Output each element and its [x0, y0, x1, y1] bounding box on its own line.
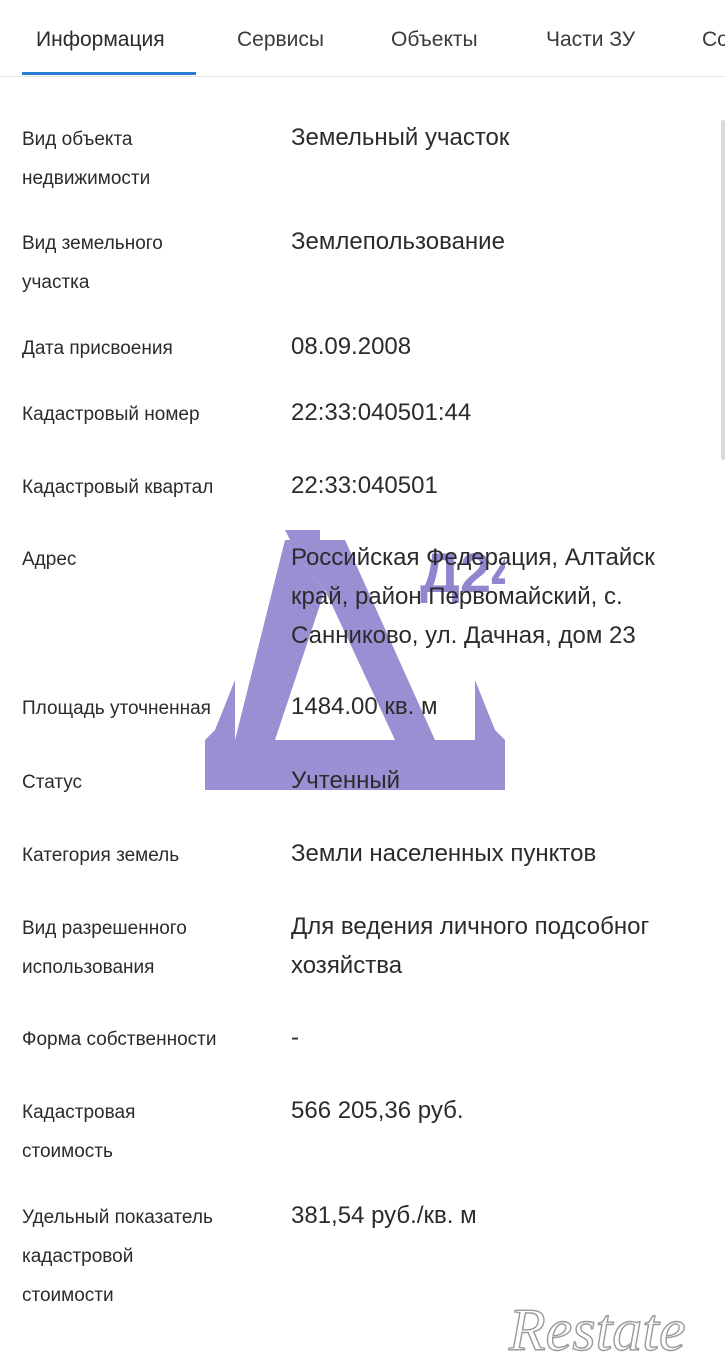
active-tab-indicator: [22, 72, 196, 75]
row-label: Удельный показатель кадастровой стоимост…: [22, 1207, 213, 1306]
row-value: Землепользование: [291, 228, 505, 255]
tab-bar: Информация Сервисы Объекты Части ЗУ Со: [0, 0, 725, 77]
row-label: Адрес: [22, 549, 77, 570]
row-label: Дата присвоения: [22, 338, 173, 359]
row-value: 22:33:040501:44: [291, 399, 472, 426]
row-label: Форма собственности: [22, 1029, 217, 1050]
tab-land-parts[interactable]: Части ЗУ: [546, 28, 635, 52]
row-value: 08.09.2008: [291, 333, 412, 360]
row-value: Земельный участок: [291, 124, 510, 151]
restate-watermark: Restate: [507, 1296, 686, 1360]
tab-services[interactable]: Сервисы: [237, 28, 324, 52]
row-label: Статус: [22, 772, 83, 793]
row-value: 566 205,36 руб.: [291, 1097, 464, 1124]
row-value: Для ведения личного подсобног хозяйства: [291, 913, 650, 979]
row-label: Категория земель: [22, 845, 180, 866]
tab-objects[interactable]: Объекты: [391, 28, 478, 52]
row-label: Кадастровый квартал: [22, 477, 214, 498]
row-value: Земли населенных пунктов: [291, 840, 597, 867]
row-value: Российская Федерация, Алтайск край, райо…: [291, 544, 655, 649]
tab-info[interactable]: Информация: [36, 28, 165, 52]
row-label: Кадастровый номер: [22, 404, 200, 425]
row-label: Вид земельного участка: [22, 233, 163, 293]
brand-text: Restate: [508, 1297, 686, 1360]
row-label: Площадь уточненная: [22, 698, 211, 719]
row-value: 381,54 руб./кв. м: [291, 1202, 477, 1229]
row-label: Вид объекта недвижимости: [22, 129, 151, 189]
row-value: -: [291, 1024, 299, 1051]
row-label: Вид разрешенного использования: [22, 918, 187, 978]
row-value: 1484.00 кв. м: [291, 693, 438, 720]
row-value: Учтенный: [291, 767, 400, 794]
row-value: 22:33:040501: [291, 472, 438, 499]
tab-more[interactable]: Со: [702, 28, 725, 52]
row-label: Кадастровая стоимость: [22, 1102, 136, 1162]
scrollbar[interactable]: [721, 120, 725, 460]
